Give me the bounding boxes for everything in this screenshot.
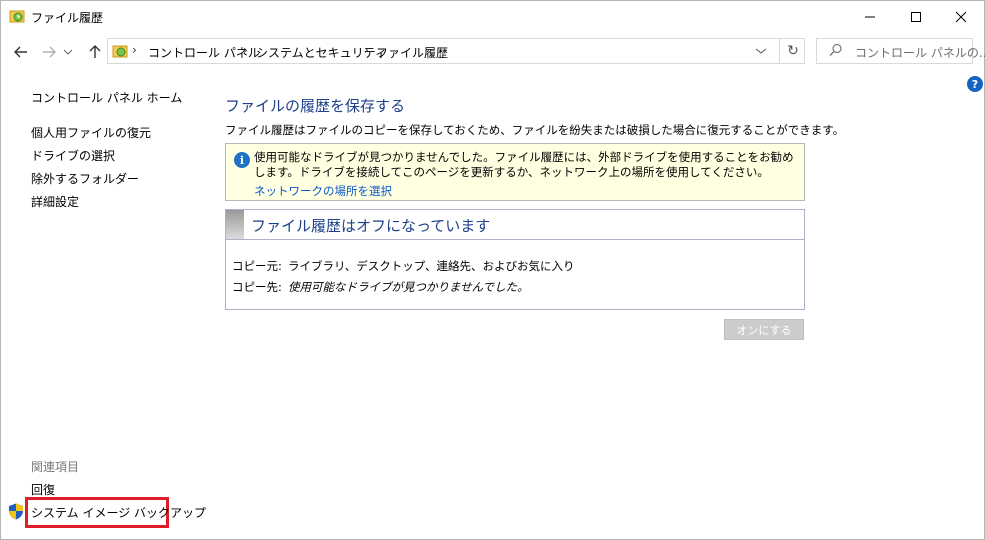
refresh-icon: ↻ <box>787 43 799 59</box>
page-description: ファイル履歴はファイルのコピーを保存しておくため、ファイルを紛失または破損した場… <box>225 123 845 137</box>
maximize-button[interactable] <box>893 1 939 32</box>
search-placeholder: コントロール パネルの... <box>855 46 985 60</box>
info-icon: i <box>234 152 250 168</box>
forward-button[interactable] <box>39 42 59 62</box>
status-panel: ファイル履歴はオフになっています コピー元: ライブラリ、デスクトップ、連絡先、… <box>225 209 805 310</box>
sidebar-link-exclude-folders[interactable]: 除外するフォルダー <box>31 170 139 187</box>
page-title: ファイルの履歴を保存する <box>225 97 406 115</box>
maximize-icon <box>911 11 921 22</box>
file-history-icon <box>9 10 25 23</box>
copy-to-value: 使用可能なドライブが見つかりませんでした。 <box>288 280 529 294</box>
window-title: ファイル履歴 <box>31 11 104 25</box>
control-panel-icon <box>112 45 128 58</box>
address-field[interactable]: › コントロール パネル › システムとセキュリティ › ファイル履歴 ↻ <box>107 38 805 64</box>
back-button[interactable] <box>11 42 31 62</box>
status-title: ファイル履歴はオフになっています <box>251 217 491 235</box>
address-dropdown-button[interactable] <box>751 42 771 60</box>
title-bar: ファイル履歴 <box>1 1 984 32</box>
search-input[interactable]: コントロール パネルの... <box>816 38 985 64</box>
turn-on-button[interactable]: オンにする <box>724 319 804 340</box>
breadcrumb-separator: › <box>132 43 137 57</box>
uac-shield-icon <box>9 503 23 520</box>
sidebar-link-system-image-backup[interactable]: システム イメージ バックアップ <box>31 504 206 521</box>
close-icon <box>955 11 967 22</box>
status-header: ファイル履歴はオフになっています <box>226 210 804 240</box>
up-arrow-icon <box>89 45 101 58</box>
chevron-down-icon <box>756 48 766 54</box>
search-icon <box>829 43 842 56</box>
related-heading: 関連項目 <box>31 460 80 474</box>
back-arrow-icon <box>14 46 27 58</box>
minimize-button[interactable] <box>847 1 893 32</box>
navigation-bar: › コントロール パネル › システムとセキュリティ › ファイル履歴 ↻ コン… <box>1 34 985 70</box>
close-button[interactable] <box>938 1 984 32</box>
copy-from-label: コピー元: <box>232 259 282 273</box>
recent-locations-button[interactable] <box>61 42 75 62</box>
file-history-window: ファイル履歴 › コントロール パネル › システムとセキュリティ › ファイル… <box>0 0 985 540</box>
chevron-down-icon <box>64 49 72 55</box>
minimize-icon <box>865 16 875 17</box>
info-banner: i 使用可能なドライブが見つかりませんでした。ファイル履歴には、外部ドライブを使… <box>225 143 805 201</box>
sidebar-link-advanced-settings[interactable]: 詳細設定 <box>31 193 79 210</box>
info-text: 使用可能なドライブが見つかりませんでした。ファイル履歴には、外部ドライブを使用す… <box>254 150 794 179</box>
copy-from-value: ライブラリ、デスクトップ、連絡先、およびお気に入り <box>288 259 575 273</box>
status-indicator <box>226 210 244 239</box>
breadcrumb-separator: › <box>243 43 248 57</box>
up-button[interactable] <box>85 42 105 62</box>
sidebar-link-select-drive[interactable]: ドライブの選択 <box>31 147 115 164</box>
forward-arrow-icon <box>43 46 56 58</box>
sidebar-link-control-panel-home[interactable]: コントロール パネル ホーム <box>31 89 182 106</box>
refresh-button[interactable]: ↻ <box>779 39 806 63</box>
copy-to-label: コピー先: <box>232 280 282 294</box>
breadcrumb-separator: › <box>364 43 369 57</box>
breadcrumb-file-history[interactable]: ファイル履歴 <box>376 44 448 61</box>
help-icon[interactable]: ? <box>967 76 983 92</box>
select-network-location-link[interactable]: ネットワークの場所を選択 <box>254 183 392 199</box>
sidebar-link-restore-files[interactable]: 個人用ファイルの復元 <box>31 124 151 141</box>
sidebar-link-recovery[interactable]: 回復 <box>31 481 55 498</box>
